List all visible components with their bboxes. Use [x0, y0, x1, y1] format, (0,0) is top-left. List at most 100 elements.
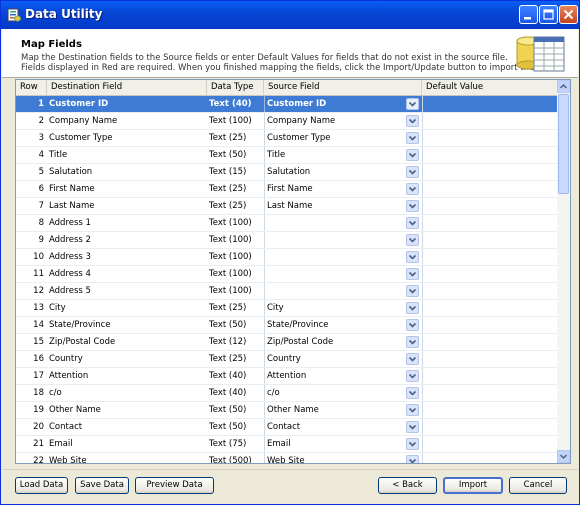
- field-mapping-grid[interactable]: Row Destination Field Data Type Source F…: [15, 79, 571, 464]
- default-value-input[interactable]: [422, 283, 557, 299]
- chevron-down-icon[interactable]: [406, 421, 419, 433]
- default-value-input[interactable]: [422, 402, 557, 418]
- source-field-select[interactable]: State/Province: [264, 317, 421, 333]
- source-field-select[interactable]: Title: [264, 147, 421, 163]
- table-row[interactable]: 2 Company Name Text (100) Company Name: [16, 113, 557, 130]
- default-value-input[interactable]: [422, 300, 557, 316]
- default-value-input[interactable]: [422, 249, 557, 265]
- chevron-down-icon[interactable]: [406, 98, 419, 110]
- chevron-down-icon[interactable]: [406, 251, 419, 263]
- source-field-select[interactable]: Customer Type: [264, 130, 421, 146]
- load-data-button[interactable]: Load Data: [15, 477, 68, 494]
- scroll-thumb[interactable]: [558, 94, 569, 194]
- source-field-select[interactable]: Other Name: [264, 402, 421, 418]
- minimize-button[interactable]: [519, 5, 538, 24]
- title-bar[interactable]: Data Utility: [1, 1, 579, 29]
- chevron-down-icon[interactable]: [406, 149, 419, 161]
- default-value-input[interactable]: [422, 453, 557, 463]
- scroll-up-button[interactable]: [557, 80, 570, 93]
- chevron-down-icon[interactable]: [406, 200, 419, 212]
- table-row[interactable]: 11 Address 4 Text (100): [16, 266, 557, 283]
- source-field-select[interactable]: City: [264, 300, 421, 316]
- chevron-down-icon[interactable]: [406, 387, 419, 399]
- scroll-down-button[interactable]: [557, 450, 570, 463]
- default-value-input[interactable]: [422, 334, 557, 350]
- chevron-down-icon[interactable]: [406, 302, 419, 314]
- back-button[interactable]: < Back: [378, 477, 437, 494]
- source-field-select[interactable]: Last Name: [264, 198, 421, 214]
- default-value-input[interactable]: [422, 351, 557, 367]
- source-field-select[interactable]: Customer ID: [264, 96, 421, 112]
- maximize-button[interactable]: [539, 5, 558, 24]
- table-row[interactable]: 14 State/Province Text (50) State/Province: [16, 317, 557, 334]
- table-row[interactable]: 3 Customer Type Text (25) Customer Type: [16, 130, 557, 147]
- source-field-select[interactable]: [264, 283, 421, 299]
- table-row[interactable]: 15 Zip/Postal Code Text (12) Zip/Postal Cod…: [16, 334, 557, 351]
- default-value-input[interactable]: [422, 147, 557, 163]
- default-value-input[interactable]: [422, 368, 557, 384]
- source-field-select[interactable]: c/o: [264, 385, 421, 401]
- default-value-input[interactable]: [422, 198, 557, 214]
- chevron-down-icon[interactable]: [406, 319, 419, 331]
- chevron-down-icon[interactable]: [406, 268, 419, 280]
- table-row[interactable]: 4 Title Text (50) Title: [16, 147, 557, 164]
- source-field-select[interactable]: Zip/Postal Code: [264, 334, 421, 350]
- default-value-input[interactable]: [422, 419, 557, 435]
- chevron-down-icon[interactable]: [406, 217, 419, 229]
- chevron-down-icon[interactable]: [406, 438, 419, 450]
- chevron-down-icon[interactable]: [406, 115, 419, 127]
- table-row[interactable]: 21 Email Text (75) Email: [16, 436, 557, 453]
- chevron-down-icon[interactable]: [406, 166, 419, 178]
- default-value-input[interactable]: [422, 181, 557, 197]
- source-field-select[interactable]: Salutation: [264, 164, 421, 180]
- column-header-destination-field[interactable]: Destination Field: [47, 80, 207, 95]
- table-row[interactable]: 8 Address 1 Text (100): [16, 215, 557, 232]
- column-header-default-value[interactable]: Default Value: [422, 80, 557, 95]
- default-value-input[interactable]: [422, 317, 557, 333]
- column-header-row[interactable]: Row: [16, 80, 47, 95]
- source-field-select[interactable]: Contact: [264, 419, 421, 435]
- source-field-select[interactable]: Country: [264, 351, 421, 367]
- import-button[interactable]: Import: [443, 477, 503, 494]
- source-field-select[interactable]: Attention: [264, 368, 421, 384]
- source-field-select[interactable]: [264, 215, 421, 231]
- source-field-select[interactable]: Email: [264, 436, 421, 452]
- table-row[interactable]: 19 Other Name Text (50) Other Name: [16, 402, 557, 419]
- close-button[interactable]: [559, 5, 578, 24]
- chevron-down-icon[interactable]: [406, 404, 419, 416]
- chevron-down-icon[interactable]: [406, 234, 419, 246]
- table-row[interactable]: 13 City Text (25) City: [16, 300, 557, 317]
- preview-data-button[interactable]: Preview Data: [135, 477, 214, 494]
- default-value-input[interactable]: [422, 130, 557, 146]
- chevron-down-icon[interactable]: [406, 455, 419, 464]
- save-data-button[interactable]: Save Data: [75, 477, 129, 494]
- default-value-input[interactable]: [422, 266, 557, 282]
- default-value-input[interactable]: [422, 215, 557, 231]
- source-field-select[interactable]: [264, 232, 421, 248]
- source-field-select[interactable]: [264, 266, 421, 282]
- default-value-input[interactable]: [422, 113, 557, 129]
- chevron-down-icon[interactable]: [406, 183, 419, 195]
- table-row[interactable]: 16 Country Text (25) Country: [16, 351, 557, 368]
- table-row[interactable]: 10 Address 3 Text (100): [16, 249, 557, 266]
- source-field-select[interactable]: First Name: [264, 181, 421, 197]
- source-field-select[interactable]: Company Name: [264, 113, 421, 129]
- cancel-button[interactable]: Cancel: [509, 477, 567, 494]
- vertical-scrollbar[interactable]: [557, 80, 570, 463]
- source-field-select[interactable]: [264, 249, 421, 265]
- chevron-down-icon[interactable]: [406, 353, 419, 365]
- default-value-input[interactable]: [422, 385, 557, 401]
- chevron-down-icon[interactable]: [406, 132, 419, 144]
- default-value-input[interactable]: [422, 232, 557, 248]
- table-row[interactable]: 17 Attention Text (40) Attention: [16, 368, 557, 385]
- chevron-down-icon[interactable]: [406, 285, 419, 297]
- table-row[interactable]: 6 First Name Text (25) First Name: [16, 181, 557, 198]
- table-row[interactable]: 12 Address 5 Text (100): [16, 283, 557, 300]
- default-value-input[interactable]: [422, 96, 557, 112]
- table-row[interactable]: 1 Customer ID Text (40) Customer ID: [16, 96, 557, 113]
- column-header-data-type[interactable]: Data Type: [207, 80, 264, 95]
- table-row[interactable]: 9 Address 2 Text (100): [16, 232, 557, 249]
- default-value-input[interactable]: [422, 436, 557, 452]
- column-header-source-field[interactable]: Source Field: [264, 80, 422, 95]
- table-row[interactable]: 18 c/o Text (40) c/o: [16, 385, 557, 402]
